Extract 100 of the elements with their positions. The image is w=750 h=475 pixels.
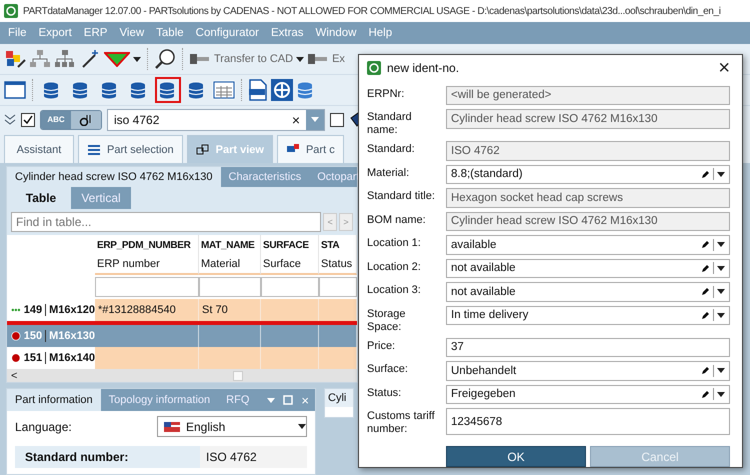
input-field: ISO 4762: [446, 141, 730, 160]
cubes-pencil-icon[interactable]: [4, 49, 26, 69]
column-header[interactable]: MAT_NAME: [199, 235, 261, 255]
caret-icon: [298, 424, 306, 429]
horizontal-scrollbar[interactable]: <: [7, 369, 357, 382]
dropdown-field[interactable]: In time delivery: [446, 306, 730, 325]
window-title: PARTdataManager 12.07.00 - PARTsolutions by CADENAS - NOT ALLOWED FOR COMMERCIAL USAGE - D:\cadenas\partsolutions\data\23d...ool\schrauben\din_en_i: [23, 6, 721, 16]
caret-icon: [717, 289, 725, 294]
main-tab[interactable]: Part selection: [78, 135, 183, 163]
property-name: Standard number:: [15, 446, 200, 468]
field-label: Material:: [367, 166, 410, 180]
input-field[interactable]: 37: [446, 338, 730, 357]
table-cell: St 70: [199, 299, 261, 321]
dropdown-field[interactable]: 8.8;(standard): [446, 164, 730, 184]
pencil-icon[interactable]: [701, 264, 710, 273]
close-button[interactable]: ×: [714, 58, 734, 78]
clear-button[interactable]: ×: [286, 112, 306, 128]
network-icon[interactable]: [29, 49, 51, 69]
column-header[interactable]: SURFACE: [261, 235, 319, 255]
input-field: Cylinder head screw ISO 4762 M16x130: [446, 212, 730, 231]
double-chevron-icon[interactable]: [4, 114, 16, 126]
hierarchy-icon[interactable]: [54, 49, 76, 69]
caret-icon: [133, 56, 141, 62]
crosshair-icon[interactable]: [271, 79, 293, 101]
stack-icon: [87, 144, 101, 156]
field-label: Location 2:: [367, 260, 422, 274]
caret-icon: [311, 117, 319, 122]
field-label: Status:: [367, 386, 402, 400]
column-header[interactable]: ERP_PDM_NUMBER: [95, 235, 199, 255]
export-button[interactable]: Ex: [332, 53, 345, 65]
panel-title: Cyli: [325, 389, 353, 407]
checkbox[interactable]: [21, 112, 35, 126]
caret-icon: [717, 312, 725, 318]
caret-icon: [267, 398, 276, 402]
field-label: Location 1:: [367, 236, 422, 250]
info-tab[interactable]: Part information: [7, 389, 101, 411]
transfer-to-cad-button[interactable]: Transfer to CAD: [214, 53, 294, 65]
field-label: Location 3:: [367, 283, 422, 297]
app-logo-icon: [4, 4, 18, 18]
maximize-icon[interactable]: [283, 395, 294, 405]
table-cell: [261, 347, 319, 369]
scroll-left-button[interactable]: <: [11, 370, 18, 382]
table-cell: [319, 347, 357, 369]
column-header[interactable]: STA: [319, 235, 357, 255]
pencil-icon[interactable]: [701, 310, 710, 320]
table-cell: [199, 347, 261, 369]
part-tab[interactable]: Cylinder head screw ISO 4762 M16x130: [7, 167, 220, 187]
column-label: Surface: [261, 255, 319, 275]
filter-field[interactable]: [319, 277, 357, 297]
input-field: Cylinder head screw ISO 4762 M16x130: [446, 109, 730, 128]
main-tab[interactable]: Part c: [276, 135, 344, 163]
checkbox[interactable]: [330, 112, 344, 126]
table-cell: [199, 325, 261, 347]
filter-field[interactable]: [199, 277, 261, 297]
column-label: ERP number: [95, 255, 199, 275]
property-value: ISO 4762: [205, 449, 258, 466]
csv-file-icon[interactable]: [248, 79, 268, 101]
caret-icon: [717, 392, 725, 397]
filter-triangle-icon[interactable]: [104, 51, 130, 67]
window-icon[interactable]: [4, 80, 26, 100]
field-label: Surface:: [367, 362, 409, 376]
pencil-icon[interactable]: [701, 240, 710, 250]
flag-icon: [164, 422, 180, 432]
dropdown-button[interactable]: [306, 110, 324, 130]
find-in-table-field[interactable]: Find in table...: [11, 212, 322, 232]
table-icon[interactable]: [213, 80, 235, 100]
column-label: Material: [199, 255, 261, 275]
field-label: ERPNr:: [367, 86, 406, 100]
caret-icon: [717, 172, 725, 177]
dropdown-field[interactable]: not available: [446, 282, 730, 302]
field-label: Standard title:: [367, 189, 436, 203]
field-label: Standard name:: [367, 110, 413, 137]
language-dropdown[interactable]: English: [157, 416, 307, 437]
filter-field[interactable]: [95, 277, 199, 297]
binoculars-toggle[interactable]: [71, 110, 101, 128]
field-label: Price:: [367, 338, 396, 352]
input-field[interactable]: 12345678: [446, 408, 730, 435]
caret-icon: [296, 56, 304, 62]
dropdown-field[interactable]: available: [446, 235, 730, 254]
dropdown-field[interactable]: Freigegeben: [446, 384, 730, 404]
caret-icon: [717, 242, 725, 248]
pencil-icon[interactable]: [701, 390, 710, 399]
search-field[interactable]: iso 4762 ×: [107, 108, 325, 130]
scroll-thumb[interactable]: [233, 370, 243, 380]
dropdown-field[interactable]: Unbehandelt: [446, 361, 730, 380]
input-field: <will be generated>: [446, 86, 730, 105]
pencil-icon[interactable]: [701, 170, 710, 179]
language-label: Language:: [15, 420, 72, 434]
dropdown-field[interactable]: not available: [446, 258, 730, 278]
filter-field[interactable]: [261, 277, 319, 297]
cubes-icon: [196, 142, 210, 156]
pencil-icon[interactable]: [701, 366, 710, 376]
dialog-title: new ident-no.: [387, 61, 460, 76]
main-tab[interactable]: Assistant: [4, 135, 74, 163]
field-label: Standard:: [367, 142, 416, 156]
field-label: Storage Space:: [367, 306, 407, 334]
table-cell: [319, 299, 357, 321]
ok-button[interactable]: OK: [446, 446, 586, 467]
pencil-icon[interactable]: [701, 287, 710, 296]
app-logo-icon: [367, 61, 381, 76]
